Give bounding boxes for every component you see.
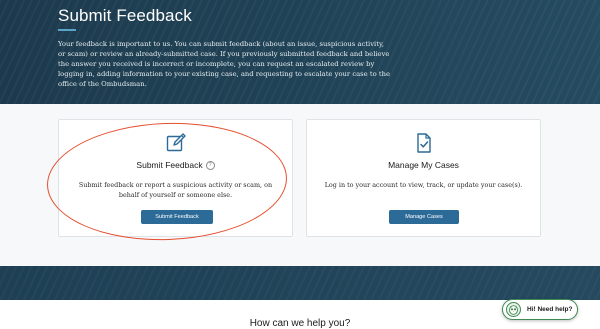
submit-feedback-title: Submit Feedback?	[59, 160, 292, 171]
chat-help-label: Hi! Need help?	[527, 306, 573, 313]
owl-icon	[506, 302, 521, 317]
submit-feedback-title-text: Submit Feedback	[136, 160, 203, 170]
document-check-icon	[413, 132, 435, 154]
page-title: Submit Feedback	[58, 6, 192, 25]
section-divider-band	[0, 266, 600, 300]
hero-description: Your feedback is important to us. You ca…	[58, 40, 390, 88]
submit-feedback-description: Submit feedback or report a suspicious a…	[78, 181, 273, 199]
manage-cases-card: Manage My Cases Log in to your account t…	[306, 119, 541, 237]
submit-feedback-card: Submit Feedback? Submit feedback or repo…	[58, 119, 293, 237]
chat-help-button[interactable]: Hi! Need help?	[502, 299, 578, 320]
manage-cases-title: Manage My Cases	[388, 160, 459, 170]
manage-cases-description: Log in to your account to view, track, o…	[324, 181, 523, 189]
hero-banner: Submit Feedback Your feedback is importa…	[0, 0, 600, 104]
pencil-square-icon	[165, 132, 187, 154]
submit-feedback-button[interactable]: Submit Feedback	[141, 210, 213, 224]
help-icon[interactable]: ?	[205, 161, 215, 171]
title-underline	[58, 29, 76, 31]
manage-cases-button[interactable]: Manage Cases	[389, 210, 459, 224]
